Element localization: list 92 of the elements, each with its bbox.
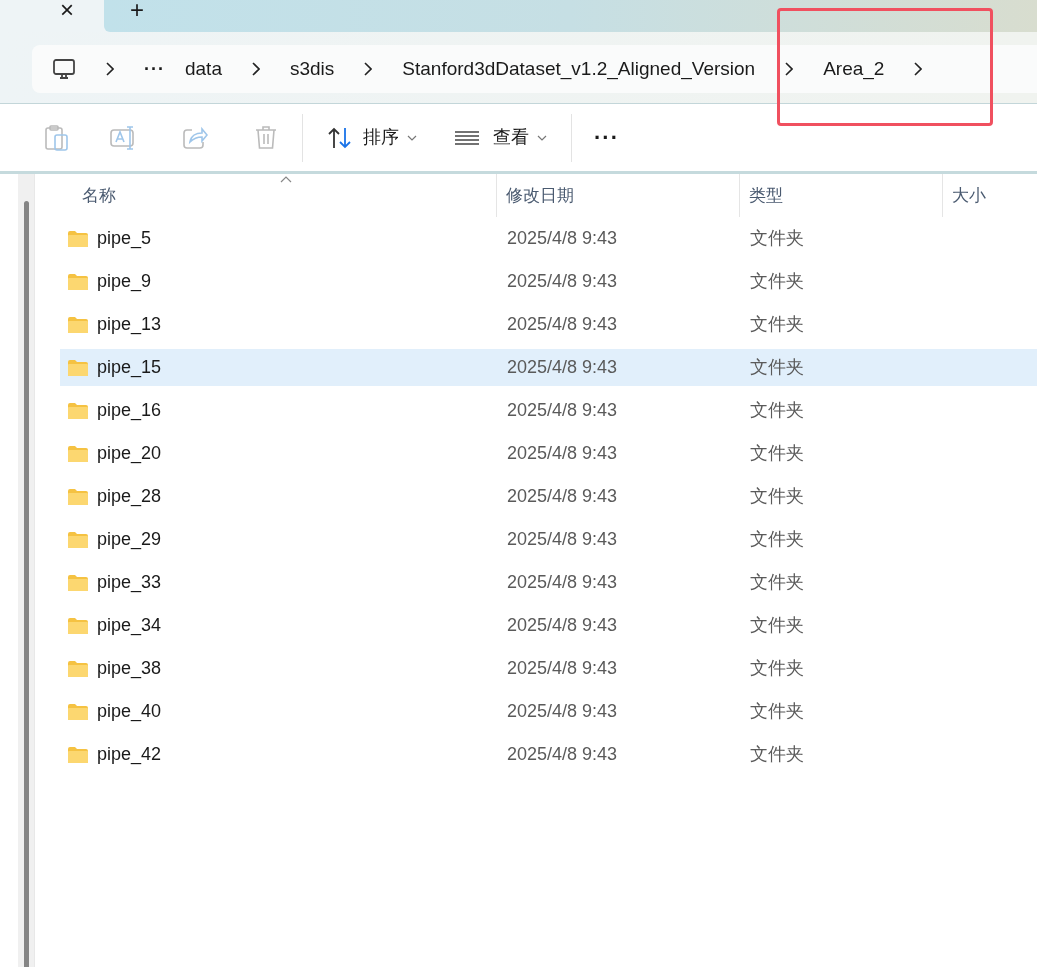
file-name: pipe_20 <box>97 442 162 466</box>
date-modified: 2025/4/8 9:43 <box>507 486 618 506</box>
file-type: 文件夹 <box>750 314 804 334</box>
file-row[interactable]: pipe_42 2025/4/8 9:43 文件夹 <box>60 736 1037 773</box>
file-type: 文件夹 <box>750 615 804 635</box>
new-tab-button[interactable]: + <box>126 0 148 20</box>
date-modified: 2025/4/8 9:43 <box>507 400 618 420</box>
column-header[interactable]: 类型 <box>749 182 783 209</box>
date-modified: 2025/4/8 9:43 <box>507 228 618 248</box>
column-header[interactable]: 大小 <box>952 182 986 209</box>
breadcrumb-item[interactable]: Area_2 <box>823 54 885 84</box>
folder-icon <box>67 487 89 506</box>
close-tab-button[interactable]: × <box>56 0 78 20</box>
folder-icon <box>67 401 89 420</box>
file-type: 文件夹 <box>750 443 804 463</box>
sort-button[interactable]: 排序 <box>327 124 417 151</box>
folder-icon <box>67 358 89 377</box>
date-modified: 2025/4/8 9:43 <box>507 744 618 764</box>
more-options-button[interactable]: ··· <box>594 126 619 149</box>
file-type: 文件夹 <box>750 744 804 764</box>
date-modified: 2025/4/8 9:43 <box>507 572 618 592</box>
folder-icon <box>67 745 89 764</box>
file-row[interactable]: pipe_33 2025/4/8 9:43 文件夹 <box>60 564 1037 601</box>
view-list-icon <box>455 129 479 146</box>
file-row[interactable]: pipe_15 2025/4/8 9:43 文件夹 <box>60 349 1037 386</box>
file-row[interactable]: pipe_16 2025/4/8 9:43 文件夹 <box>60 392 1037 429</box>
date-modified: 2025/4/8 9:43 <box>507 314 618 334</box>
column-header[interactable]: 名称 <box>82 182 116 209</box>
folder-icon <box>67 573 89 592</box>
file-row[interactable]: pipe_9 2025/4/8 9:43 文件夹 <box>60 263 1037 300</box>
file-type: 文件夹 <box>750 701 804 721</box>
folder-icon <box>67 272 89 291</box>
file-name: pipe_16 <box>97 399 162 423</box>
date-modified: 2025/4/8 9:43 <box>507 443 618 463</box>
file-name: pipe_33 <box>97 571 162 595</box>
file-name: pipe_5 <box>97 227 152 251</box>
folder-icon <box>67 229 89 248</box>
date-modified: 2025/4/8 9:43 <box>507 701 618 721</box>
file-row[interactable]: pipe_28 2025/4/8 9:43 文件夹 <box>60 478 1037 515</box>
chevron-right-icon[interactable] <box>364 62 373 76</box>
file-type: 文件夹 <box>750 357 804 377</box>
file-name: pipe_15 <box>97 356 162 380</box>
file-type: 文件夹 <box>750 658 804 678</box>
date-modified: 2025/4/8 9:43 <box>507 615 618 635</box>
file-type: 文件夹 <box>750 400 804 420</box>
file-row[interactable]: pipe_34 2025/4/8 9:43 文件夹 <box>60 607 1037 644</box>
chevron-right-icon[interactable] <box>251 62 260 76</box>
folder-icon <box>67 702 89 721</box>
breadcrumb-item[interactable]: data <box>185 54 222 84</box>
file-row[interactable]: pipe_40 2025/4/8 9:43 文件夹 <box>60 693 1037 730</box>
file-name: pipe_28 <box>97 485 162 509</box>
address-bar[interactable]: ··· data s3dis Stanford3dDataset_v1.2_Aligned_Version Area_2 <box>32 45 1037 93</box>
scrollbar-thumb[interactable] <box>23 201 29 967</box>
folder-icon <box>67 659 89 678</box>
file-type: 文件夹 <box>750 529 804 549</box>
file-row[interactable]: pipe_13 2025/4/8 9:43 文件夹 <box>60 306 1037 343</box>
date-modified: 2025/4/8 9:43 <box>507 357 618 377</box>
file-name: pipe_42 <box>97 743 162 767</box>
chevron-right-icon[interactable] <box>914 62 923 76</box>
file-type: 文件夹 <box>750 228 804 248</box>
overflow-crumb[interactable]: ··· <box>144 55 165 83</box>
view-button[interactable]: 查看 <box>455 124 547 151</box>
chevron-down-icon <box>537 134 547 141</box>
sort-up-icon <box>280 176 292 183</box>
chevron-down-icon <box>407 134 417 141</box>
file-name: pipe_13 <box>97 313 162 337</box>
sort-icon <box>327 125 353 150</box>
file-row[interactable]: pipe_20 2025/4/8 9:43 文件夹 <box>60 435 1037 472</box>
file-type: 文件夹 <box>750 572 804 592</box>
folder-icon <box>67 530 89 549</box>
file-row[interactable]: pipe_29 2025/4/8 9:43 文件夹 <box>60 521 1037 558</box>
file-name: pipe_40 <box>97 700 162 724</box>
date-modified: 2025/4/8 9:43 <box>507 658 618 678</box>
breadcrumb-item[interactable]: s3dis <box>289 54 335 84</box>
folder-icon <box>67 444 89 463</box>
chevron-right-icon[interactable] <box>106 62 114 76</box>
file-name: pipe_38 <box>97 657 162 681</box>
column-header[interactable]: 修改日期 <box>506 182 574 209</box>
folder-icon <box>67 616 89 635</box>
computer-icon[interactable] <box>52 57 76 81</box>
file-row[interactable]: pipe_38 2025/4/8 9:43 文件夹 <box>60 650 1037 687</box>
file-row[interactable]: pipe_5 2025/4/8 9:43 文件夹 <box>60 220 1037 257</box>
file-name: pipe_34 <box>97 614 162 638</box>
file-type: 文件夹 <box>750 486 804 506</box>
date-modified: 2025/4/8 9:43 <box>507 271 618 291</box>
file-name: pipe_29 <box>97 528 162 552</box>
folder-icon <box>67 315 89 334</box>
date-modified: 2025/4/8 9:43 <box>507 529 618 549</box>
file-name: pipe_9 <box>97 270 152 294</box>
file-type: 文件夹 <box>750 271 804 291</box>
breadcrumb-item[interactable]: Stanford3dDataset_v1.2_Aligned_Version <box>402 54 756 84</box>
chevron-right-icon[interactable] <box>785 62 794 76</box>
